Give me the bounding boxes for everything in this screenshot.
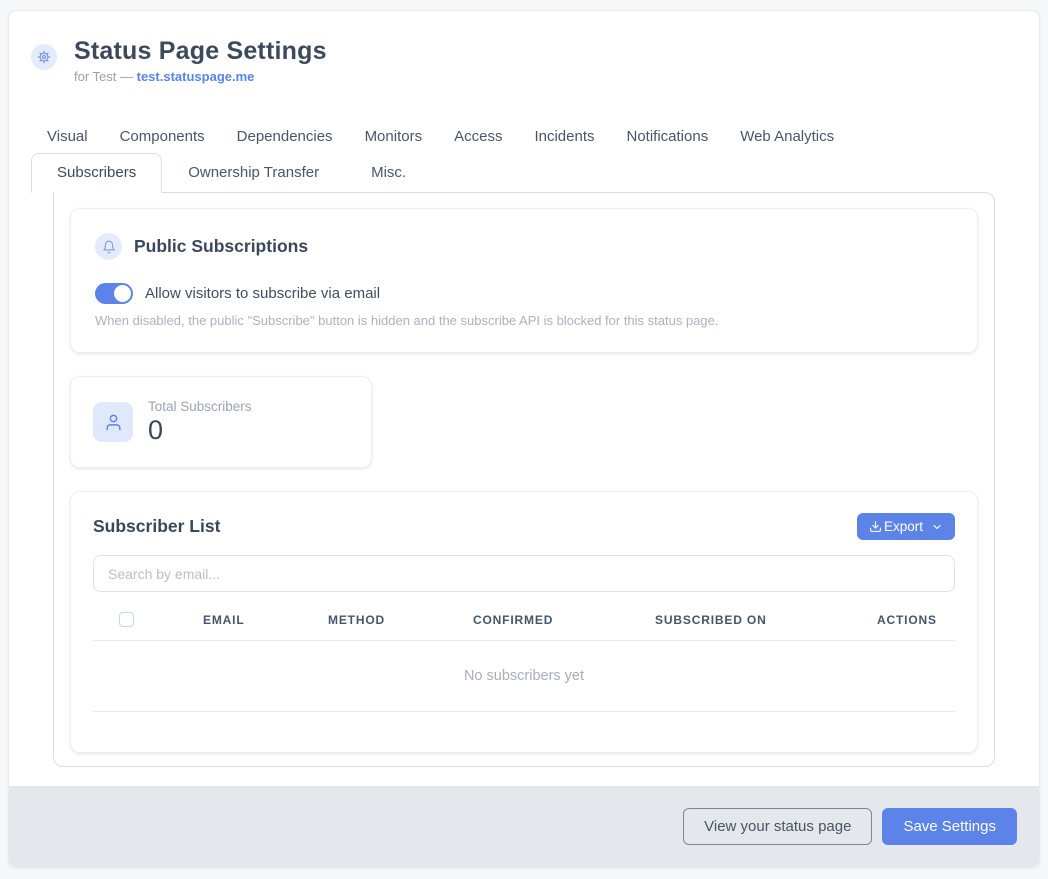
footer-action-bar: View your status page Save Settings <box>9 786 1039 867</box>
tab-row-primary: VisualComponentsDependenciesMonitorsAcce… <box>31 120 1017 153</box>
tab-incidents[interactable]: Incidents <box>518 120 610 153</box>
toggle-helper-text: When disabled, the public "Subscribe" bu… <box>95 313 953 328</box>
header-text: Status Page Settings for Test — test.sta… <box>74 36 327 84</box>
export-button-label: Export <box>884 519 923 534</box>
user-icon <box>93 402 133 442</box>
save-settings-button[interactable]: Save Settings <box>882 808 1017 845</box>
export-button[interactable]: Export <box>857 513 955 540</box>
column-header-actions: ACTIONS <box>877 613 955 627</box>
public-subscriptions-header: Public Subscriptions <box>95 233 953 260</box>
search-input[interactable] <box>93 555 955 592</box>
stat-value: 0 <box>148 416 252 444</box>
toggle-label: Allow visitors to subscribe via email <box>145 285 380 302</box>
tab-monitors[interactable]: Monitors <box>349 120 439 153</box>
tab-components[interactable]: Components <box>104 120 221 153</box>
settings-card: Status Page Settings for Test — test.sta… <box>8 10 1040 868</box>
public-subscriptions-card: Public Subscriptions Allow visitors to s… <box>70 208 978 353</box>
chevron-down-icon <box>931 521 943 533</box>
tab-notifications[interactable]: Notifications <box>611 120 725 153</box>
allow-subscribe-toggle[interactable] <box>95 283 133 304</box>
stat-text: Total Subscribers 0 <box>148 399 252 444</box>
page-title: Status Page Settings <box>74 36 327 66</box>
column-header-method: METHOD <box>328 613 473 627</box>
total-subscribers-card: Total Subscribers 0 <box>70 376 372 468</box>
status-page-link[interactable]: test.statuspage.me <box>137 69 255 84</box>
stat-label: Total Subscribers <box>148 399 252 414</box>
select-all-checkbox[interactable] <box>119 612 134 627</box>
tab-subscribers[interactable]: Subscribers <box>31 153 162 193</box>
subtitle-prefix: for Test — <box>74 69 137 84</box>
settings-tabs: VisualComponentsDependenciesMonitorsAcce… <box>9 120 1039 767</box>
subscriber-list-header: Subscriber List Export <box>93 513 955 540</box>
subscribers-tab-panel: Public Subscriptions Allow visitors to s… <box>53 192 995 767</box>
download-icon <box>869 520 882 533</box>
column-header-confirmed: CONFIRMED <box>473 613 655 627</box>
empty-state-message: No subscribers yet <box>93 641 955 712</box>
status-page-settings-page: Status Page Settings for Test — test.sta… <box>0 0 1048 879</box>
public-subscriptions-title: Public Subscriptions <box>134 236 308 257</box>
tab-ownership-transfer[interactable]: Ownership Transfer <box>162 153 345 192</box>
subscriber-table-header: EMAILMETHODCONFIRMEDSUBSCRIBED ONACTIONS <box>93 612 955 641</box>
page-header: Status Page Settings for Test — test.sta… <box>9 11 1039 84</box>
select-all-cell <box>93 612 203 627</box>
tab-visual[interactable]: Visual <box>31 120 104 153</box>
bell-icon <box>95 233 122 260</box>
column-header-email: EMAIL <box>203 613 328 627</box>
tab-misc[interactable]: Misc. <box>345 153 432 192</box>
toggle-knob <box>114 285 131 302</box>
view-status-page-button[interactable]: View your status page <box>683 808 872 845</box>
tab-dependencies[interactable]: Dependencies <box>221 120 349 153</box>
tab-row-secondary: SubscribersOwnership TransferMisc. <box>31 153 1017 192</box>
subscribe-toggle-row: Allow visitors to subscribe via email <box>95 283 953 304</box>
page-subtitle: for Test — test.statuspage.me <box>74 69 327 84</box>
tab-access[interactable]: Access <box>438 120 518 153</box>
column-header-subscribed-on: SUBSCRIBED ON <box>655 613 877 627</box>
subscriber-list-card: Subscriber List Export <box>70 491 978 753</box>
gear-icon <box>31 44 57 70</box>
subscriber-list-title: Subscriber List <box>93 516 220 537</box>
tab-web-analytics[interactable]: Web Analytics <box>724 120 850 153</box>
